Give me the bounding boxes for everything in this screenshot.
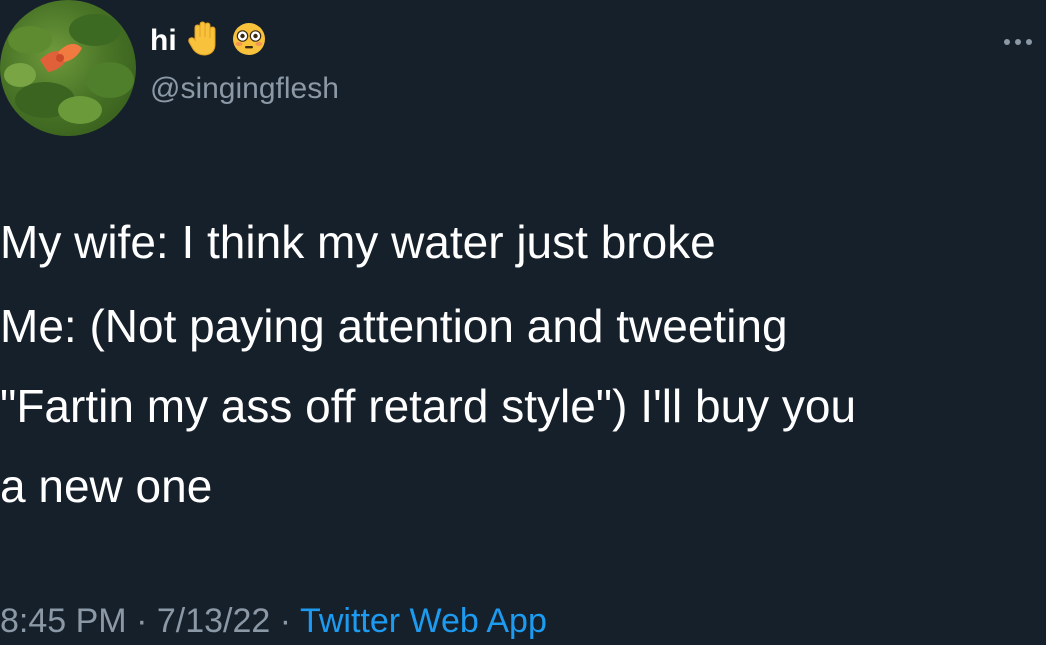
author-name-row[interactable]: hi	[150, 18, 267, 64]
avatar[interactable]	[0, 0, 136, 136]
tweet-date[interactable]: 7/13/22	[157, 602, 270, 640]
tweet-line: a new one	[0, 460, 213, 512]
more-dot-icon	[1015, 39, 1021, 45]
more-dot-icon	[1004, 39, 1010, 45]
more-options-button[interactable]	[1004, 30, 1046, 54]
tweet-line: My wife: I think my water just broke	[0, 216, 716, 268]
flushed-face-icon	[231, 21, 267, 62]
tweet-time[interactable]: 8:45 PM	[0, 602, 127, 640]
raised-hand-icon	[187, 20, 221, 63]
meta-separator: ·	[279, 602, 292, 640]
more-dot-icon	[1026, 39, 1032, 45]
tweet-source-link[interactable]: Twitter Web App	[300, 602, 547, 640]
avatar-image	[4, 14, 134, 124]
meta-separator: ·	[136, 602, 148, 640]
author-handle[interactable]: @singingflesh	[150, 72, 339, 106]
display-name[interactable]: hi	[150, 24, 177, 58]
tweet-card: hi @singingflesh My wife: I think my wat…	[0, 0, 1046, 645]
tweet-text: My wife: I think my water just broke Me:…	[0, 200, 1046, 528]
tweet-line: Me: (Not paying attention and tweeting	[0, 300, 788, 352]
tweet-line: "Fartin my ass off retard style") I'll b…	[0, 380, 857, 432]
tweet-metadata: 8:45 PM · 7/13/22 · Twitter Web App	[0, 602, 547, 641]
